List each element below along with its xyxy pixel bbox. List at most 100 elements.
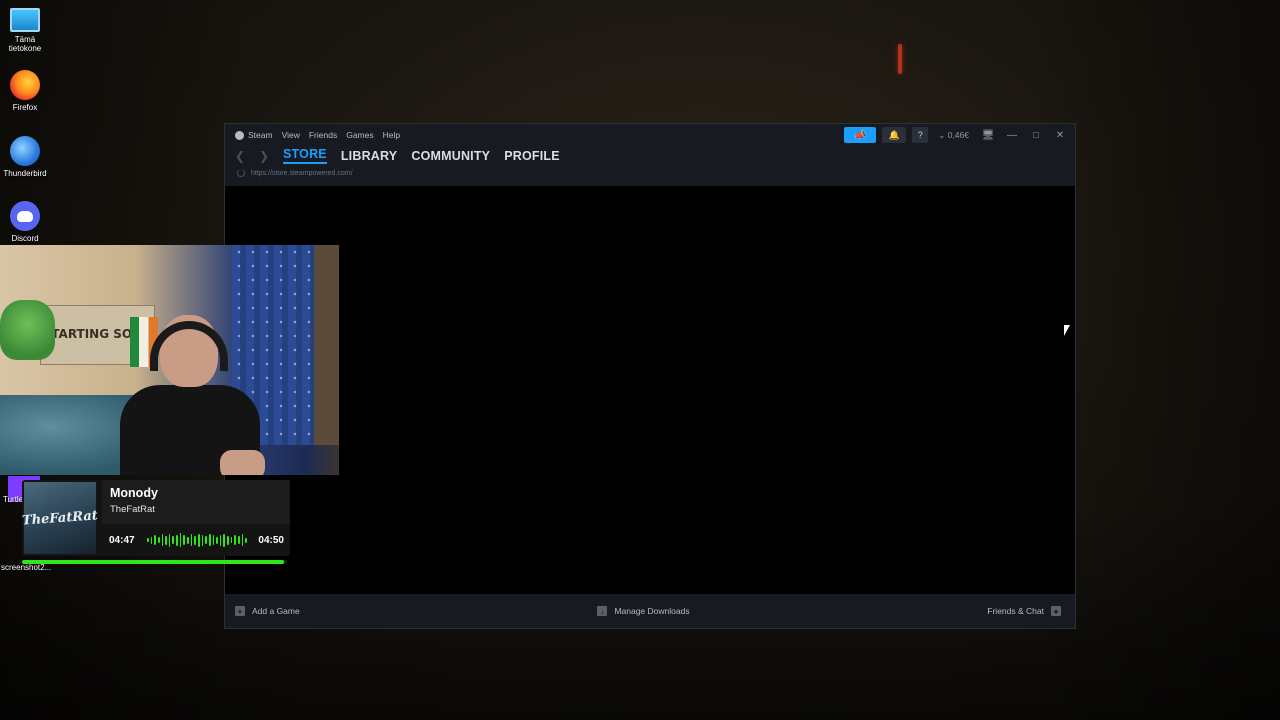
elapsed-time: 04:47	[109, 535, 135, 546]
desktop-icon-this-pc[interactable]: Tämä tietokone	[0, 8, 50, 53]
waveform-bar	[241, 534, 244, 546]
steam-nav: ❮ ❯ STORE LIBRARY COMMUNITY PROFILE	[235, 147, 560, 164]
bell-icon: 🔔	[888, 129, 900, 140]
track-progress-bar	[22, 560, 287, 564]
waveform-bar	[172, 536, 175, 544]
waveform-bar	[157, 537, 160, 543]
big-picture-button[interactable]: 🖥	[979, 127, 997, 143]
discord-icon	[10, 201, 40, 231]
url-bar: https://store.steampowered.com/	[237, 169, 353, 177]
waveform-bar	[168, 533, 171, 547]
track-info: Monody TheFatRat	[102, 480, 290, 524]
computer-icon	[10, 8, 40, 32]
waveform-bar	[194, 535, 196, 545]
total-time: 04:50	[258, 535, 284, 546]
webcam-door	[314, 245, 339, 445]
friends-chat-label: Friends & Chat	[987, 606, 1044, 616]
steam-titlebar: Steam View Friends Games Help 📣 🔔 ? ⌄ 0,…	[225, 124, 1075, 186]
steam-footer: + Add a Game ↓ Manage Downloads Friends …	[225, 594, 1075, 628]
wallet-amount: 0,46€	[947, 129, 969, 140]
waveform-bar	[183, 535, 186, 545]
close-button[interactable]: ✕	[1051, 127, 1069, 143]
firefox-icon	[10, 70, 40, 100]
waveform-bar	[201, 534, 204, 546]
album-art: TheFatRat	[21, 482, 99, 554]
audio-waveform	[147, 533, 247, 547]
webcam-person	[120, 315, 265, 475]
waveform-bar	[208, 534, 211, 546]
tab-store[interactable]: STORE	[283, 147, 327, 164]
desktop-icon-label: Tämä tietokone	[8, 35, 42, 53]
waveform-bar	[245, 537, 247, 543]
url-text[interactable]: https://store.steampowered.com/	[251, 170, 353, 177]
waveform-bar	[154, 535, 156, 545]
menu-friends[interactable]: Friends	[309, 130, 337, 140]
help-button[interactable]: ?	[912, 127, 929, 143]
waveform-bar	[197, 533, 200, 547]
waveform-bar	[179, 533, 182, 547]
waveform-bar	[219, 534, 222, 546]
maximize-button[interactable]: □	[1027, 127, 1045, 143]
track-title: Monody	[110, 486, 158, 500]
webcam-overlay: STARTING SOON	[0, 245, 339, 475]
manage-downloads-button[interactable]: ↓ Manage Downloads	[597, 606, 690, 616]
friends-chat-button[interactable]: Friends & Chat ●	[987, 606, 1061, 616]
menu-help[interactable]: Help	[383, 130, 400, 140]
waveform-bar	[223, 533, 226, 547]
desktop-icon-screenshot-label[interactable]: screenshot2...	[1, 563, 51, 572]
back-arrow-icon[interactable]: ❮	[235, 149, 245, 163]
titlebar-controls: 📣 🔔 ? ⌄ 0,46€ 🖥 — □ ✕	[844, 127, 1069, 143]
waveform-bar	[187, 536, 189, 544]
menu-steam[interactable]: Steam	[235, 130, 273, 141]
maximize-icon: □	[1032, 129, 1040, 141]
tab-community[interactable]: COMMUNITY	[411, 149, 490, 163]
add-game-label: Add a Game	[252, 606, 300, 616]
store-content-area	[225, 186, 1075, 596]
waveform-bar	[165, 535, 167, 545]
megaphone-icon: 📣	[854, 129, 867, 141]
steam-logo-icon	[235, 131, 244, 141]
mouse-cursor-icon	[1064, 325, 1070, 336]
waveform-bar	[216, 536, 218, 544]
webcam-plush	[0, 300, 55, 360]
headset-icon	[150, 321, 228, 371]
loading-icon	[237, 169, 245, 177]
track-artist: TheFatRat	[110, 504, 155, 515]
waveform-bar	[205, 536, 207, 544]
steam-window: Steam View Friends Games Help 📣 🔔 ? ⌄ 0,…	[224, 123, 1076, 629]
track-progress-fill	[22, 560, 285, 564]
waveform-bar	[176, 534, 178, 546]
waveform-bar	[190, 534, 193, 546]
desktop-icon-label: Thunderbird	[3, 169, 47, 178]
desktop-icon-label: Firefox	[12, 103, 38, 112]
download-icon: ↓	[597, 606, 608, 616]
desktop-icon-firefox[interactable]: Firefox	[0, 70, 50, 112]
thunderbird-icon	[10, 136, 40, 166]
wallet-balance[interactable]: ⌄ 0,46€	[934, 130, 973, 141]
plus-icon: +	[235, 606, 245, 616]
album-art-logo: TheFatRat	[21, 507, 99, 529]
notifications-button[interactable]: 🔔	[882, 127, 907, 143]
tab-library[interactable]: LIBRARY	[341, 149, 398, 163]
waveform-bar	[238, 536, 240, 544]
waveform-bar	[234, 535, 237, 545]
announcements-button[interactable]: 📣	[844, 127, 877, 143]
desktop-icon-discord[interactable]: Discord	[0, 201, 50, 243]
menu-view[interactable]: View	[282, 130, 300, 140]
tab-profile[interactable]: PROFILE	[504, 149, 560, 163]
waveform-bar	[147, 538, 149, 542]
minimize-icon: —	[1007, 129, 1017, 141]
desktop-icon-thunderbird[interactable]: Thunderbird	[0, 136, 50, 178]
waveform-bar	[230, 537, 233, 543]
chevron-down-icon: ⌄	[938, 129, 948, 140]
forward-arrow-icon[interactable]: ❯	[259, 149, 269, 163]
desktop-icon-label: Discord	[11, 234, 39, 243]
menu-games[interactable]: Games	[346, 130, 373, 140]
minimize-button[interactable]: —	[1003, 127, 1021, 143]
add-game-button[interactable]: + Add a Game	[235, 606, 300, 616]
waveform-bar	[212, 535, 215, 545]
close-icon: ✕	[1055, 129, 1065, 141]
waveform-bar	[227, 535, 229, 545]
menu-steam-label: Steam	[248, 130, 273, 140]
manage-downloads-label: Manage Downloads	[614, 606, 690, 616]
